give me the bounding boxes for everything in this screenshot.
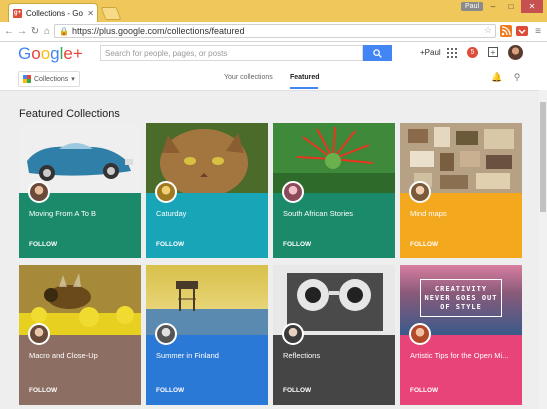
plus-user-link[interactable]: +Paul <box>420 48 441 57</box>
collections-dropdown-label: Collections <box>34 75 69 83</box>
card-owner-avatar <box>282 323 304 345</box>
back-arrow-icon[interactable]: ← <box>3 25 15 37</box>
collection-card[interactable]: Reflections FOLLOW <box>273 265 395 405</box>
card-body: Artistic Tips for the Open Mi... FOLLOW <box>400 323 522 405</box>
collection-card[interactable]: Macro and Close-Up FOLLOW <box>19 265 141 405</box>
card-title: Moving From A To B <box>29 209 96 218</box>
card-title: Summer in Finland <box>156 351 219 360</box>
browser-window: g+ Collections - Google+ ✕ Paul ‒ □ ✕ ← … <box>0 0 547 409</box>
notification-badge[interactable]: 5 <box>467 47 478 58</box>
card-title: South African Stories <box>283 209 354 218</box>
page-title: Featured Collections <box>19 108 120 120</box>
search-input[interactable]: Search for people, pages, or posts <box>100 45 363 61</box>
address-bar[interactable]: 🔒 https://plus.google.com/collections/fe… <box>54 24 496 38</box>
collections-subnav: Collections ▾ Your collections Featured … <box>0 66 547 91</box>
card-title: Macro and Close-Up <box>29 351 98 360</box>
card-title: Artistic Tips for the Open Mi... <box>410 351 509 360</box>
tab-strip: g+ Collections - Google+ ✕ Paul ‒ □ ✕ <box>0 0 547 22</box>
pocket-extension-icon[interactable] <box>516 25 528 37</box>
card-body: Mind maps FOLLOW <box>400 181 522 258</box>
card-owner-avatar <box>282 181 304 203</box>
share-plus-icon[interactable]: + <box>488 47 498 57</box>
card-title: Mind maps <box>410 209 447 218</box>
follow-button[interactable]: FOLLOW <box>29 241 57 248</box>
home-icon[interactable]: ⌂ <box>41 25 53 37</box>
google-plus-logo[interactable]: Google+ <box>18 44 83 64</box>
card-body: Summer in Finland FOLLOW <box>146 323 268 405</box>
collections-dropdown[interactable]: Collections ▾ <box>18 71 80 87</box>
browser-tab[interactable]: g+ Collections - Google+ ✕ <box>8 3 98 22</box>
reload-icon[interactable]: ↻ <box>29 25 41 37</box>
tab-close-icon[interactable]: ✕ <box>87 9 94 18</box>
new-tab-button[interactable] <box>100 7 122 20</box>
card-owner-avatar <box>155 181 177 203</box>
follow-button[interactable]: FOLLOW <box>156 387 184 394</box>
search-button[interactable] <box>363 45 392 61</box>
card-title: Reflections <box>283 351 321 360</box>
account-avatar[interactable] <box>508 45 523 60</box>
menu-hamburger-icon[interactable]: ≡ <box>532 25 544 37</box>
card-body: Caturday FOLLOW <box>146 181 268 258</box>
tab-your-collections[interactable]: Your collections <box>224 74 273 81</box>
card-owner-avatar <box>155 323 177 345</box>
collection-card[interactable]: CREATIVITY NEVER GOES OUT OF STYLE Artis… <box>400 265 522 405</box>
window-controls: ‒ □ ✕ <box>485 0 543 13</box>
tab-title: Collections - Google+ <box>26 8 83 18</box>
close-window-icon[interactable]: ✕ <box>521 0 543 13</box>
maximize-icon[interactable]: □ <box>503 0 519 13</box>
follow-button[interactable]: FOLLOW <box>283 241 311 248</box>
follow-button[interactable]: FOLLOW <box>410 387 438 394</box>
tab-featured[interactable]: Featured <box>290 74 320 81</box>
chevron-down-icon: ▾ <box>71 76 75 83</box>
card-body: Reflections FOLLOW <box>273 323 395 405</box>
browser-toolbar: ← → ↻ ⌂ 🔒 https://plus.google.com/collec… <box>0 22 547 42</box>
search-icon <box>373 48 382 58</box>
scrollbar[interactable] <box>539 90 547 409</box>
card-body: Moving From A To B FOLLOW <box>19 181 141 258</box>
google-plus-favicon-icon: g+ <box>13 8 22 18</box>
collections-icon <box>23 75 31 83</box>
card-title: Caturday <box>156 209 187 218</box>
forward-arrow-icon[interactable]: → <box>16 25 28 37</box>
follow-button[interactable]: FOLLOW <box>283 387 311 394</box>
apps-grid-icon[interactable] <box>447 48 457 58</box>
card-owner-avatar <box>28 323 50 345</box>
bookmark-star-icon[interactable]: ☆ <box>484 25 492 36</box>
collection-card[interactable]: Caturday FOLLOW <box>146 123 268 258</box>
location-pin-icon[interactable]: ⚲ <box>512 72 522 82</box>
card-owner-avatar <box>28 181 50 203</box>
card-owner-avatar <box>409 181 431 203</box>
scrollbar-thumb[interactable] <box>540 102 546 212</box>
active-tab-indicator <box>290 87 318 89</box>
lock-icon: 🔒 <box>59 26 69 36</box>
gplus-header: Google+ Search for people, pages, or pos… <box>0 42 547 66</box>
collection-card[interactable]: Summer in Finland FOLLOW <box>146 265 268 405</box>
card-body: Macro and Close-Up FOLLOW <box>19 323 141 405</box>
follow-button[interactable]: FOLLOW <box>29 387 57 394</box>
card-owner-avatar <box>409 323 431 345</box>
notifications-bell-icon[interactable]: 🔔 <box>491 72 502 82</box>
profile-chip[interactable]: Paul <box>460 2 483 11</box>
creativity-quote-text: CREATIVITY NEVER GOES OUT OF STYLE <box>420 279 502 317</box>
collection-card[interactable]: South African Stories FOLLOW <box>273 123 395 258</box>
collection-card[interactable]: Moving From A To B FOLLOW <box>19 123 141 258</box>
follow-button[interactable]: FOLLOW <box>156 241 184 248</box>
collection-card[interactable]: Mind maps FOLLOW <box>400 123 522 258</box>
page-content: Google+ Search for people, pages, or pos… <box>0 42 547 409</box>
rss-extension-icon[interactable] <box>500 25 512 37</box>
url-text: https://plus.google.com/collections/feat… <box>71 26 245 36</box>
minimize-icon[interactable]: ‒ <box>485 0 501 13</box>
follow-button[interactable]: FOLLOW <box>410 241 438 248</box>
card-body: South African Stories FOLLOW <box>273 181 395 258</box>
